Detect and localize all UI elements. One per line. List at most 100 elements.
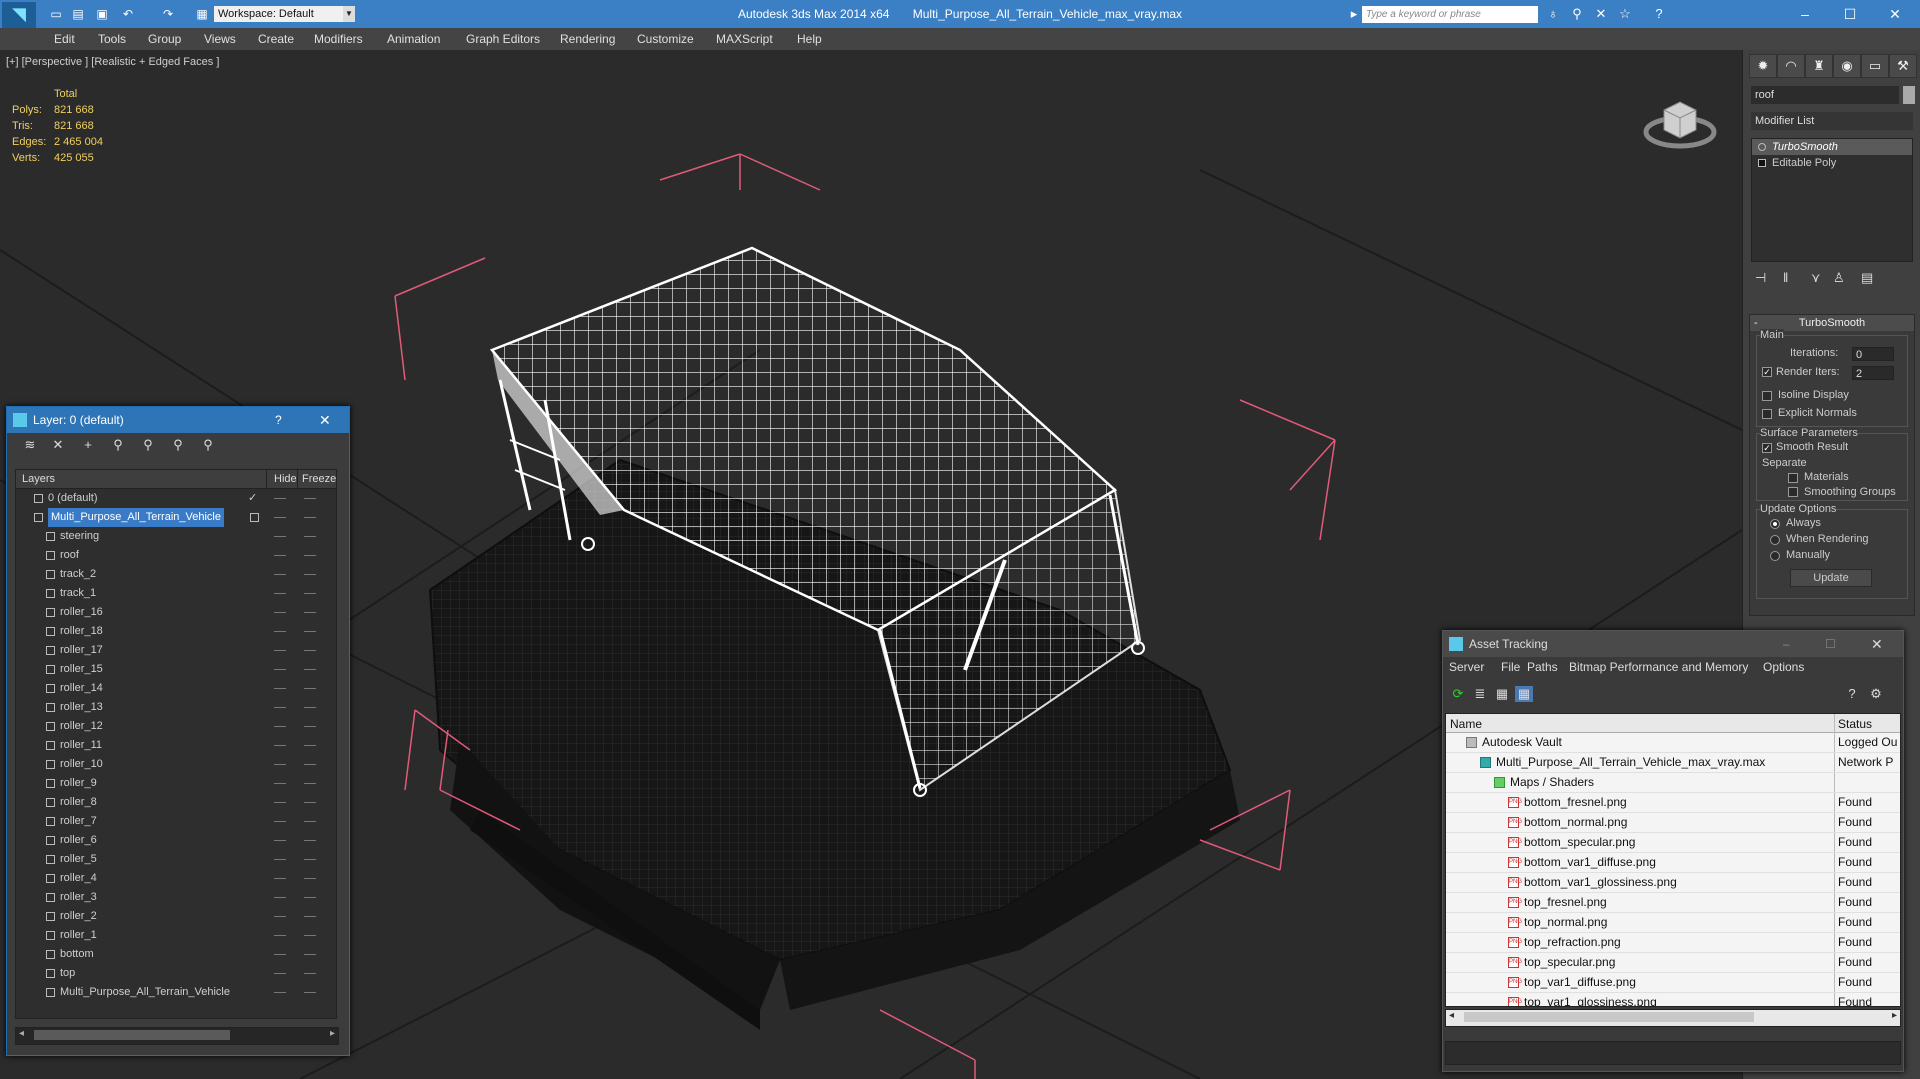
project-folder-icon[interactable]: ▦ xyxy=(194,6,210,22)
asset-horizontal-scrollbar[interactable]: ◂ ▸ xyxy=(1445,1009,1901,1027)
hide-toggle[interactable] xyxy=(274,631,286,632)
layer-dialog-title-bar[interactable]: Layer: 0 (default) ? ✕ xyxy=(7,407,349,433)
hide-toggle[interactable] xyxy=(274,802,286,803)
hide-toggle[interactable] xyxy=(274,536,286,537)
layer-row[interactable]: roller_11 xyxy=(16,736,336,755)
binoculars-icon[interactable]: ♁ xyxy=(1544,6,1562,22)
layer-horizontal-scrollbar[interactable]: ◂ ▸ xyxy=(15,1027,339,1045)
freeze-toggle[interactable] xyxy=(304,859,316,860)
asset-row[interactable]: PNG top_var1_glossiness.png Found xyxy=(1446,993,1900,1006)
freeze-toggle[interactable] xyxy=(304,631,316,632)
hide-toggle[interactable] xyxy=(274,783,286,784)
layer-row[interactable]: 0 (default) ✓ xyxy=(16,489,336,508)
create-tab-icon[interactable]: ✹ xyxy=(1749,54,1777,78)
column-name[interactable]: Name xyxy=(1450,717,1482,731)
save-icon[interactable]: ▣ xyxy=(94,6,110,22)
asset-row[interactable]: PNG bottom_fresnel.png Found xyxy=(1446,793,1900,813)
hierarchy-tab-icon[interactable]: ♜ xyxy=(1805,54,1833,78)
close-icon[interactable]: ✕ xyxy=(1871,631,1883,657)
layer-row[interactable]: roller_18 xyxy=(16,622,336,641)
viewport-label[interactable]: [+] [Perspective ] [Realistic + Edged Fa… xyxy=(6,56,219,68)
hide-toggle[interactable] xyxy=(274,992,286,993)
layer-row[interactable]: roller_6 xyxy=(16,831,336,850)
close-button[interactable]: ✕ xyxy=(1880,4,1910,24)
scroll-right-icon[interactable]: ▸ xyxy=(330,1028,335,1039)
lightbulb-icon[interactable] xyxy=(1758,143,1766,151)
object-name-field[interactable]: roof xyxy=(1751,86,1899,104)
app-logo-icon[interactable]: ◥ xyxy=(2,2,36,28)
new-file-icon[interactable]: ▭ xyxy=(48,6,64,22)
show-end-result-icon[interactable]: ‖ xyxy=(1783,270,1788,285)
layer-row[interactable]: top xyxy=(16,964,336,983)
hide-toggle[interactable] xyxy=(274,821,286,822)
modifier-list-select[interactable]: Modifier List xyxy=(1751,112,1913,130)
hide-toggle[interactable] xyxy=(274,498,286,499)
menu-customize[interactable]: Customize xyxy=(637,32,694,46)
help-icon[interactable]: ? xyxy=(1650,6,1668,22)
scrollbar-thumb[interactable] xyxy=(34,1030,230,1040)
hide-toggle[interactable] xyxy=(274,593,286,594)
always-radio[interactable] xyxy=(1770,519,1780,529)
hide-toggle[interactable] xyxy=(274,764,286,765)
object-color-swatch[interactable] xyxy=(1903,86,1915,104)
play-icon[interactable]: ▸ xyxy=(1345,6,1363,22)
stack-item-editable-poly[interactable]: Editable Poly xyxy=(1752,155,1912,171)
materials-checkbox[interactable] xyxy=(1788,473,1798,483)
menu-edit[interactable]: Edit xyxy=(54,32,75,46)
expand-icon[interactable] xyxy=(1758,159,1766,167)
layer-row[interactable]: roller_1 xyxy=(16,926,336,945)
explicit-normals-checkbox[interactable] xyxy=(1762,409,1772,419)
display-tab-icon[interactable]: ▭ xyxy=(1861,54,1889,78)
freeze-toggle[interactable] xyxy=(304,821,316,822)
favorites-star-icon[interactable]: ☆ xyxy=(1616,6,1634,22)
freeze-toggle[interactable] xyxy=(304,878,316,879)
delete-layer-icon[interactable]: ✕ xyxy=(49,437,67,453)
freeze-toggle[interactable] xyxy=(304,669,316,670)
subscription-icon[interactable]: ✕ xyxy=(1592,6,1610,22)
asset-row[interactable]: Autodesk Vault Logged Ou xyxy=(1446,733,1900,753)
hide-toggle[interactable] xyxy=(274,745,286,746)
menu-rendering[interactable]: Rendering xyxy=(560,32,615,46)
help-icon[interactable]: ? xyxy=(1843,686,1861,702)
scroll-left-icon[interactable]: ◂ xyxy=(1449,1010,1454,1021)
hide-toggle[interactable] xyxy=(274,973,286,974)
freeze-toggle[interactable] xyxy=(304,726,316,727)
when-rendering-radio[interactable] xyxy=(1770,535,1780,545)
chevron-down-icon[interactable]: ▼ xyxy=(343,6,355,22)
menu-paths[interactable]: Paths xyxy=(1527,660,1558,674)
freeze-toggle[interactable] xyxy=(304,992,316,993)
hide-toggle[interactable] xyxy=(274,859,286,860)
hide-all-layers-icon[interactable]: ⚲ xyxy=(199,437,217,453)
menu-help[interactable]: Help xyxy=(797,32,822,46)
settings-icon[interactable]: ⚙ xyxy=(1867,686,1885,702)
hide-toggle[interactable] xyxy=(274,726,286,727)
freeze-toggle[interactable] xyxy=(304,707,316,708)
layer-row[interactable]: steering xyxy=(16,527,336,546)
freeze-toggle[interactable] xyxy=(304,688,316,689)
minimize-icon[interactable]: – xyxy=(1783,631,1790,657)
render-iters-spinner[interactable]: 2 xyxy=(1852,366,1894,380)
freeze-toggle[interactable] xyxy=(304,574,316,575)
layer-row[interactable]: roller_4 xyxy=(16,869,336,888)
layer-row[interactable]: Multi_Purpose_All_Terrain_Vehicle xyxy=(16,983,336,1002)
asset-tracking-title-bar[interactable]: Asset Tracking – ☐ ✕ xyxy=(1443,631,1903,657)
create-layer-icon[interactable]: + xyxy=(79,437,97,453)
layer-row[interactable]: roller_7 xyxy=(16,812,336,831)
update-button[interactable]: Update xyxy=(1790,569,1872,587)
freeze-toggle[interactable] xyxy=(304,517,316,518)
freeze-toggle[interactable] xyxy=(304,897,316,898)
isoline-checkbox[interactable] xyxy=(1762,391,1772,401)
layer-row[interactable]: roller_14 xyxy=(16,679,336,698)
layer-row[interactable]: roller_17 xyxy=(16,641,336,660)
layer-row[interactable]: roller_13 xyxy=(16,698,336,717)
modify-tab-icon[interactable]: ◠ xyxy=(1777,54,1805,78)
freeze-toggle[interactable] xyxy=(304,555,316,556)
scroll-left-icon[interactable]: ◂ xyxy=(19,1028,24,1039)
asset-row[interactable]: PNG bottom_var1_diffuse.png Found xyxy=(1446,853,1900,873)
current-layer-checkmark-icon[interactable]: ✓ xyxy=(248,489,257,508)
workspace-select[interactable]: Workspace: Default xyxy=(214,6,350,22)
freeze-toggle[interactable] xyxy=(304,650,316,651)
undo-icon[interactable]: ↶ xyxy=(120,6,136,22)
layer-row[interactable]: roller_5 xyxy=(16,850,336,869)
asset-row[interactable]: Maps / Shaders xyxy=(1446,773,1900,793)
